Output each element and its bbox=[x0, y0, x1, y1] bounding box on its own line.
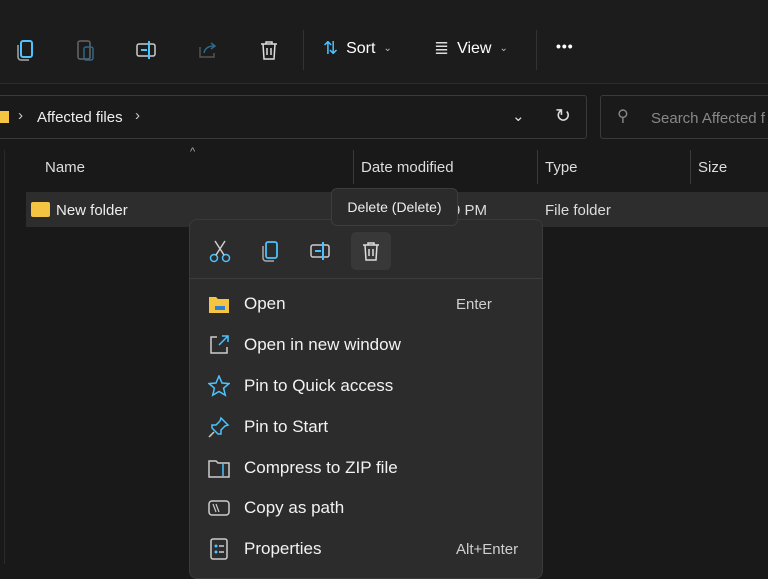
menu-item-pin-start[interactable]: Pin to Start bbox=[190, 407, 542, 447]
file-type: File folder bbox=[545, 202, 611, 219]
menu-item-compress-zip[interactable]: Compress to ZIP file bbox=[190, 448, 542, 488]
menu-item-shortcut: Alt+Enter bbox=[456, 540, 519, 558]
column-divider[interactable] bbox=[690, 150, 691, 184]
chevron-down-icon: ⌄ bbox=[499, 43, 508, 54]
view-button[interactable]: ≣ View ⌄ bbox=[434, 38, 508, 59]
folder-icon bbox=[31, 202, 50, 217]
tooltip: Delete (Delete) bbox=[331, 188, 458, 226]
rename-icon[interactable] bbox=[134, 36, 160, 64]
address-bar[interactable]: › Affected files › ⌄ ↻ bbox=[0, 95, 587, 139]
copy-icon[interactable] bbox=[250, 232, 290, 270]
sort-button[interactable]: ⇅ Sort ⌄ bbox=[323, 38, 392, 59]
folder-icon bbox=[0, 111, 9, 123]
menu-divider bbox=[190, 278, 542, 279]
pin-icon bbox=[208, 416, 230, 438]
column-header-type[interactable]: Type bbox=[545, 159, 578, 176]
menu-item-label: Open in new window bbox=[244, 335, 401, 354]
pane-divider bbox=[4, 150, 5, 564]
command-bar: ⇅ Sort ⌄ ≣ View ⌄ ••• bbox=[0, 0, 768, 84]
column-divider[interactable] bbox=[353, 150, 354, 184]
delete-icon[interactable] bbox=[256, 36, 282, 64]
breadcrumb-affected-files[interactable]: Affected files bbox=[37, 109, 123, 126]
folder-icon bbox=[208, 293, 230, 315]
column-divider[interactable] bbox=[537, 150, 538, 184]
sort-label: Sort bbox=[346, 39, 376, 57]
view-label: View bbox=[457, 39, 492, 57]
star-icon bbox=[208, 375, 230, 397]
breadcrumb-chevron-icon[interactable]: › bbox=[135, 107, 140, 124]
menu-item-open-new-window[interactable]: Open in new window bbox=[190, 325, 542, 365]
search-input[interactable]: Search Affected f bbox=[651, 110, 765, 127]
more-options-button[interactable]: ••• bbox=[556, 38, 574, 54]
copy-icon[interactable] bbox=[12, 36, 38, 64]
column-header-size[interactable]: Size bbox=[698, 159, 727, 176]
menu-item-properties[interactable]: Properties Alt+Enter bbox=[190, 529, 542, 569]
sort-icon: ⇅ bbox=[323, 38, 339, 58]
delete-icon[interactable] bbox=[351, 232, 391, 270]
context-menu: Open Enter Open in new window Pin to Quic… bbox=[189, 219, 543, 579]
menu-item-open[interactable]: Open Enter bbox=[190, 284, 542, 324]
menu-item-label: Compress to ZIP file bbox=[244, 458, 398, 477]
share-icon[interactable] bbox=[195, 36, 221, 64]
menu-item-label: Properties bbox=[244, 539, 322, 558]
cut-icon[interactable] bbox=[200, 232, 240, 270]
column-header-date[interactable]: Date modified bbox=[361, 159, 454, 176]
properties-icon bbox=[208, 538, 230, 560]
history-dropdown-icon[interactable]: ⌄ bbox=[512, 107, 525, 125]
search-icon: ⚲ bbox=[617, 108, 629, 125]
menu-item-pin-quick-access[interactable]: Pin to Quick access bbox=[190, 366, 542, 406]
sort-ascending-icon: ^ bbox=[190, 146, 196, 158]
menu-item-label: Open bbox=[244, 294, 286, 313]
refresh-icon[interactable]: ↻ bbox=[555, 105, 571, 128]
column-header-name[interactable]: Name bbox=[45, 159, 85, 176]
divider bbox=[303, 30, 304, 70]
search-box[interactable]: ⚲ Search Affected f bbox=[600, 95, 768, 139]
open-new-window-icon bbox=[208, 334, 230, 356]
file-name: New folder bbox=[56, 202, 128, 219]
divider bbox=[536, 30, 537, 70]
list-view-icon: ≣ bbox=[434, 38, 450, 58]
breadcrumb-chevron-icon: › bbox=[18, 107, 23, 124]
menu-item-shortcut: Enter bbox=[456, 295, 492, 313]
copy-path-icon bbox=[208, 497, 230, 519]
menu-item-label: Copy as path bbox=[244, 498, 345, 517]
menu-item-copy-path[interactable]: Copy as path bbox=[190, 488, 542, 528]
zip-folder-icon bbox=[208, 457, 230, 479]
rename-icon[interactable] bbox=[301, 232, 341, 270]
paste-icon[interactable] bbox=[73, 36, 99, 64]
menu-item-label: Pin to Start bbox=[244, 417, 329, 436]
chevron-down-icon: ⌄ bbox=[383, 43, 392, 54]
menu-item-label: Pin to Quick access bbox=[244, 376, 394, 395]
